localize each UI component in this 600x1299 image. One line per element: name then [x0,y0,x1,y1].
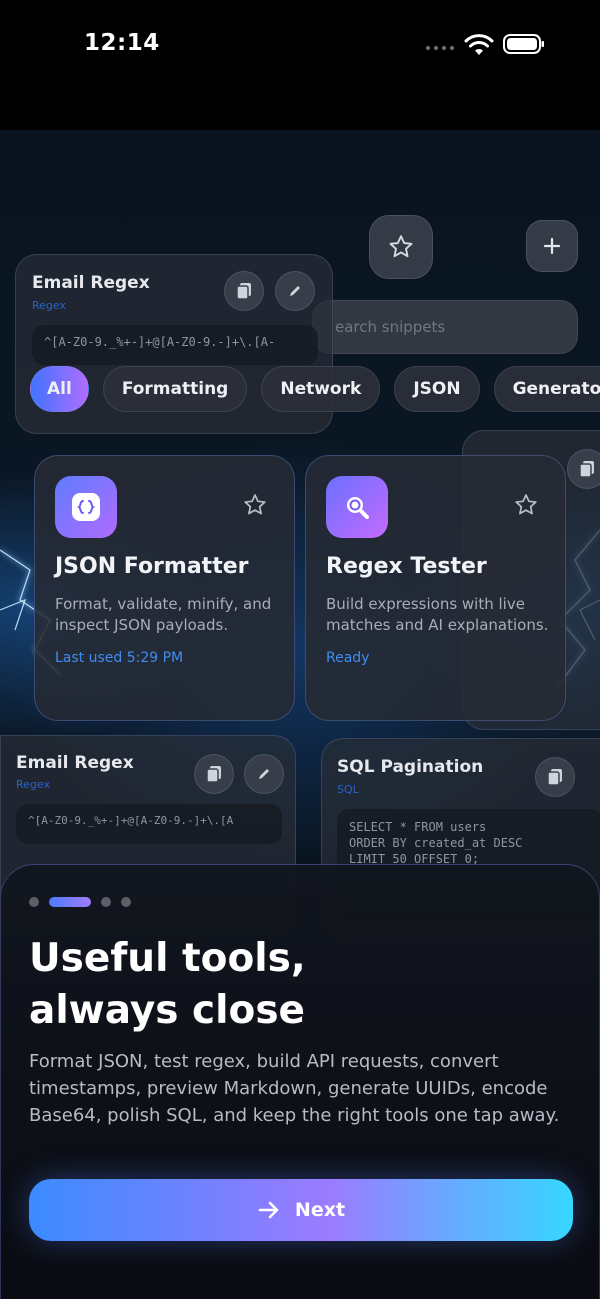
snippet-title: Email Regex [16,753,134,773]
snippet-title: Email Regex [32,273,150,293]
copy-button[interactable] [567,449,600,489]
page-dot [101,897,111,907]
wifi-icon [464,34,494,55]
filter-chip-network[interactable]: Network [261,366,381,412]
page-dot [121,897,131,907]
copy-button[interactable] [535,757,575,797]
snippet-code: ^[A-Z0-9._%+-]+@[A-Z0-9.-]+\.[A- [32,325,318,365]
code-line: ORDER BY created_at DESC [349,836,523,850]
copy-icon [236,283,251,300]
signal-icon [426,46,454,50]
search-input[interactable]: earch snippets [312,300,578,354]
next-button[interactable]: Next [29,1179,573,1241]
battery-icon [503,34,544,54]
next-button-label: Next [294,1199,346,1221]
page-indicator [29,897,131,907]
arrow-right-icon [258,1201,279,1219]
edit-button[interactable] [275,271,315,311]
copy-icon [547,769,562,786]
tool-card-json-formatter[interactable]: JSON Formatter Format, validate, minify,… [34,455,295,721]
filter-chip-generators[interactable]: Generators [493,366,600,412]
add-button[interactable] [526,220,578,272]
snippet-tag: SQL [337,783,359,796]
tool-status: Ready [326,650,370,666]
filter-chip-all[interactable]: All [30,366,89,412]
tool-title: JSON Formatter [55,554,249,579]
headline-line: always close [29,988,305,1033]
copy-button[interactable] [194,754,234,794]
status-time: 12:14 [84,30,160,56]
tool-status: Last used 5:29 PM [55,650,184,666]
tool-card-regex-tester[interactable]: Regex Tester Build expressions with live… [305,455,566,721]
onboarding-sheet: Useful tools, always close Format JSON, … [0,864,600,1299]
tool-title: Regex Tester [326,554,487,579]
favorite-star-icon[interactable] [513,492,539,518]
filter-chip-json[interactable]: JSON [394,366,480,412]
filter-chips: All Formatting Network JSON Generators [30,366,600,412]
snippet-tag: Regex [16,778,50,791]
page-dot-active [49,897,91,907]
copy-icon [579,461,594,478]
snippet-tag: Regex [32,299,66,312]
copy-button[interactable] [224,271,264,311]
star-icon [389,235,413,258]
pencil-icon [259,769,269,779]
edit-button[interactable] [244,754,284,794]
headline-line: Useful tools, [29,936,306,981]
status-bar: 12:14 [0,0,600,130]
tool-description: Format, validate, minify, and inspect JS… [55,595,272,634]
tool-description: Build expressions with live matches and … [326,595,549,634]
pencil-icon [290,286,300,296]
magnifier-icon [326,476,388,538]
search-placeholder: earch snippets [335,318,446,336]
braces-icon [55,476,117,538]
code-line: SELECT * FROM users [349,820,487,834]
copy-icon [206,766,221,783]
plus-icon [543,237,561,255]
onboarding-headline: Useful tools, always close [29,933,569,1037]
onboarding-body: Format JSON, test regex, build API reque… [29,1051,560,1126]
snippet-title: SQL Pagination [337,757,484,777]
page-dot [29,897,39,907]
favorite-star-icon[interactable] [242,492,268,518]
filter-chip-formatting[interactable]: Formatting [102,366,248,412]
snippet-code: ^[A-Z0-9._%+-]+@[A-Z0-9.-]+\.[A [16,804,282,844]
favorites-button[interactable] [369,215,433,279]
